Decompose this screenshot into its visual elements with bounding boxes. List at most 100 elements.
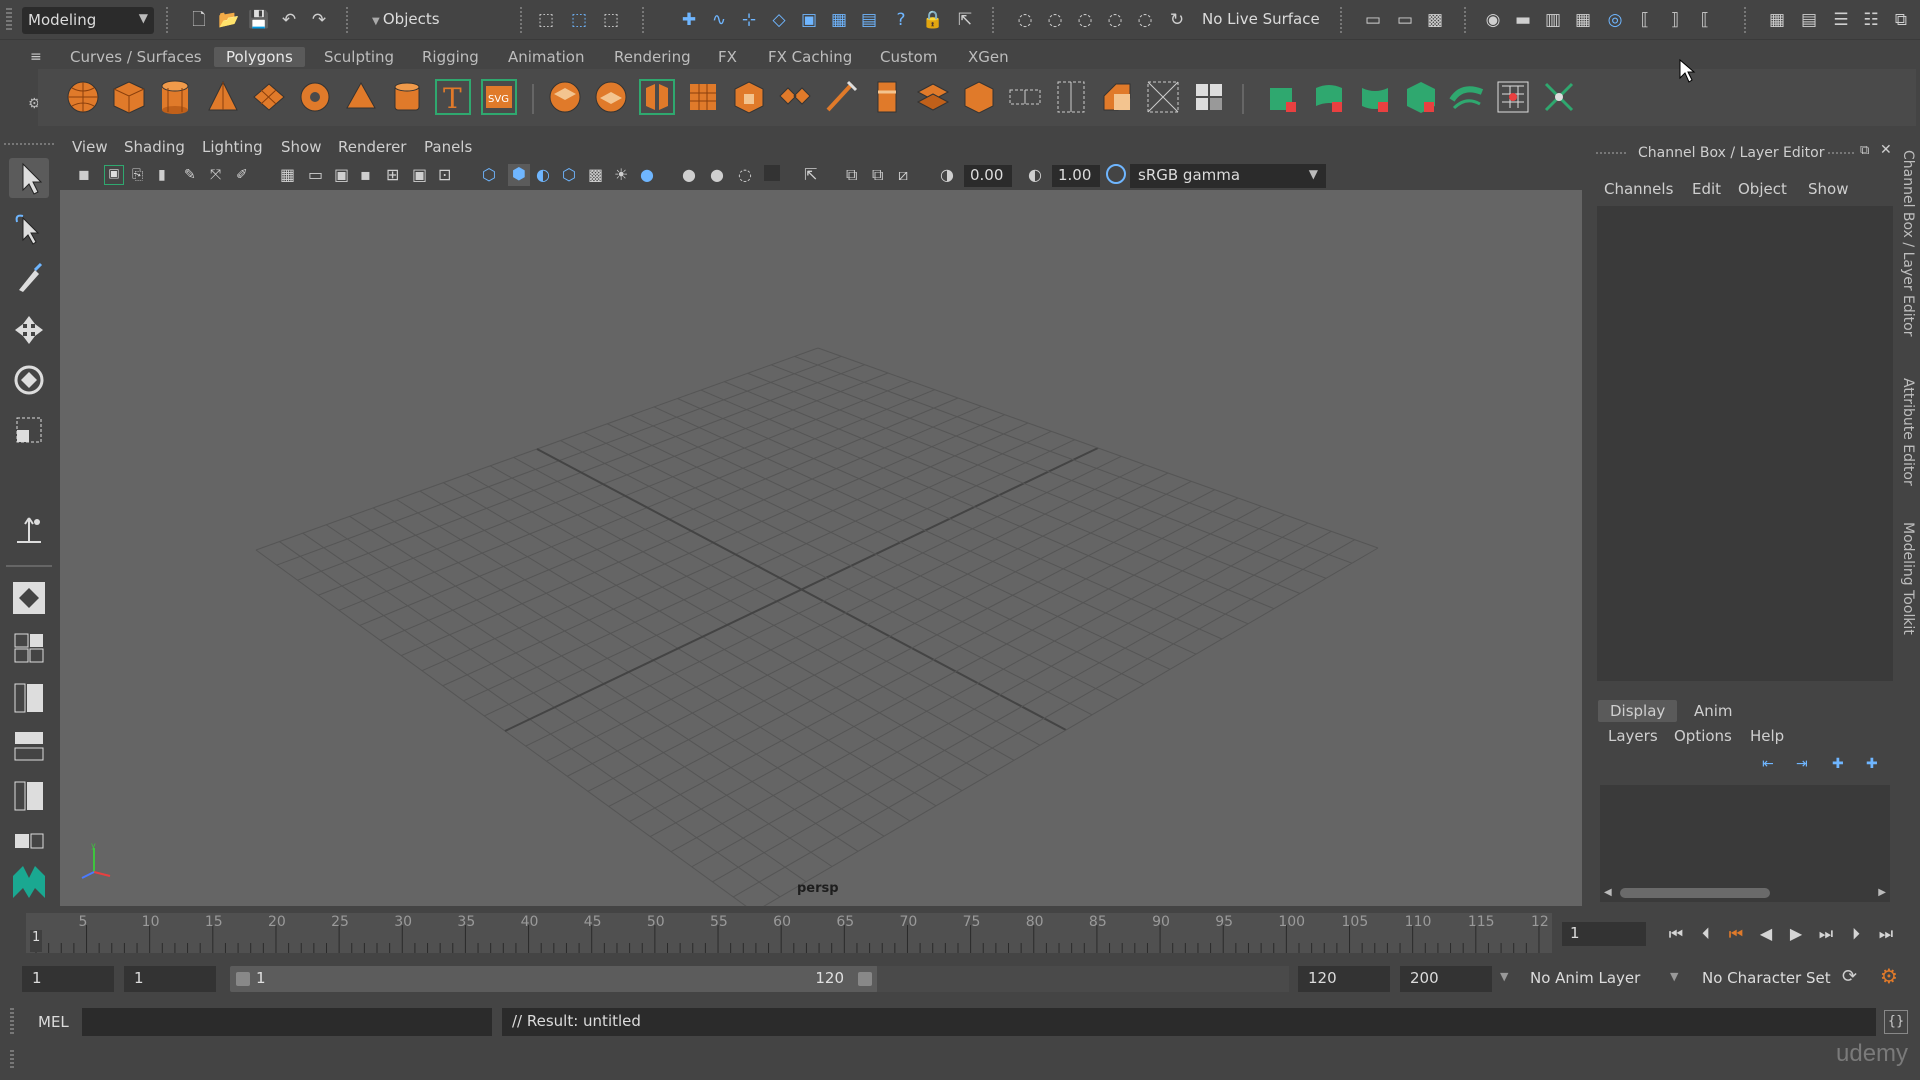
tab-rigging[interactable]: Rigging <box>410 47 491 67</box>
select-by-object-icon[interactable]: ⬚ <box>568 9 590 31</box>
tab-polygons[interactable]: Polygons <box>214 47 305 67</box>
undo-icon[interactable]: ↶ <box>278 9 300 31</box>
menu-set-dropdown[interactable]: Modeling ▼ <box>22 7 154 34</box>
save-scene-icon[interactable]: 💾 <box>248 9 270 31</box>
viewport-menu-panels[interactable]: Panels <box>424 138 472 156</box>
multisample-aa-icon[interactable]: ◌ <box>738 165 752 184</box>
four-view-layout-icon[interactable] <box>9 628 49 668</box>
current-time-marker[interactable]: 1 <box>30 930 42 952</box>
channel-box-attribute-list[interactable] <box>1597 206 1893 681</box>
wireframe-on-shaded-icon[interactable]: ⬡ <box>562 165 576 184</box>
uv-layout-icon[interactable] <box>9 826 49 866</box>
planar-uv-icon[interactable] <box>1264 78 1302 116</box>
camera-attributes-icon[interactable]: ▣ <box>104 165 124 185</box>
scale-tool-icon[interactable] <box>9 410 49 450</box>
attribute-editor-icon[interactable]: ▤ <box>1798 9 1820 31</box>
channel-box-menu-edit[interactable]: Edit <box>1692 180 1721 198</box>
snap-together-icon[interactable]: ▦ <box>828 9 850 31</box>
snap-to-view-plane-icon[interactable]: ◇ <box>768 9 790 31</box>
insert-edge-loop-icon[interactable] <box>914 78 952 116</box>
help-query-icon[interactable]: ? <box>890 9 912 31</box>
step-forward-key-icon[interactable]: ⏭ <box>1814 922 1838 946</box>
side-tab-channel-box[interactable]: Channel Box / Layer Editor <box>1900 150 1916 336</box>
viewport-menu-shading[interactable]: Shading <box>124 138 185 156</box>
snap-to-grid-icon[interactable]: ✚ <box>678 9 700 31</box>
chevron-down-icon[interactable]: ▼ <box>1500 970 1508 983</box>
extrude-icon[interactable] <box>730 78 768 116</box>
command-line-grip[interactable] <box>10 1008 14 1034</box>
select-by-component-icon[interactable]: ⬚ <box>600 9 622 31</box>
motion-blur-icon[interactable]: ● <box>710 165 724 184</box>
open-scene-icon[interactable]: 📂 <box>218 9 240 31</box>
lasso-output-icon[interactable]: ◌ <box>1044 9 1066 31</box>
layer-editor-icon[interactable]: ⧉ <box>1890 9 1912 31</box>
live-surface-label[interactable]: No Live Surface <box>1202 10 1320 28</box>
viewport-menu-renderer[interactable]: Renderer <box>338 138 406 156</box>
channel-box-menu-show[interactable]: Show <box>1808 180 1848 198</box>
render-view-icon[interactable]: ▭ <box>1362 9 1384 31</box>
cylindrical-uv-icon[interactable] <box>1310 78 1348 116</box>
separate-icon[interactable] <box>592 78 630 116</box>
gamma-icon[interactable]: ◐ <box>1028 165 1042 184</box>
viewport-3d[interactable] <box>60 190 1582 906</box>
smooth-shade-icon[interactable]: ⬢ <box>508 164 530 186</box>
scroll-right-icon[interactable]: ▶ <box>1878 887 1886 898</box>
move-tool-icon[interactable] <box>9 310 49 350</box>
lasso-tool-icon[interactable] <box>9 210 49 250</box>
tool-settings-icon[interactable]: ☰ <box>1830 9 1852 31</box>
mirror-icon[interactable] <box>638 78 676 116</box>
cut-uv-icon[interactable] <box>1540 78 1578 116</box>
poly-cone-icon[interactable] <box>204 78 242 116</box>
tab-custom[interactable]: Custom <box>868 47 949 67</box>
snap-to-curve-icon[interactable]: ∿ <box>708 9 730 31</box>
anim-layer-dropdown[interactable]: No Anim Layer <box>1524 966 1647 992</box>
hypershade-layout-icon[interactable] <box>9 776 49 816</box>
target-weld-icon[interactable] <box>1006 78 1044 116</box>
play-forwards-icon[interactable]: ▶ <box>1784 922 1808 946</box>
image-plane-icon[interactable]: ▮ <box>158 167 166 183</box>
arnold-render-icon[interactable]: ◎ <box>1604 9 1626 31</box>
tab-animation[interactable]: Animation <box>496 47 596 67</box>
render-frame-icon[interactable]: ▭ <box>1394 9 1416 31</box>
tab-sculpting[interactable]: Sculpting <box>312 47 406 67</box>
xray-components-icon[interactable]: ⧄ <box>898 165 908 185</box>
color-management-icon[interactable] <box>1106 164 1126 184</box>
layer-menu-layers[interactable]: Layers <box>1608 727 1658 745</box>
new-layer-selected-icon[interactable]: ✚ <box>1866 756 1878 772</box>
animation-preferences-icon[interactable]: ⚙ <box>1880 964 1898 988</box>
character-set-dropdown[interactable]: No Character Set <box>1696 966 1837 992</box>
tab-xgen[interactable]: XGen <box>956 47 1021 67</box>
mesh-cleanup-icon[interactable] <box>1190 78 1228 116</box>
go-to-end-icon[interactable]: ⏭ <box>1874 922 1898 946</box>
poly-torus-icon[interactable] <box>296 78 334 116</box>
channel-box-menu-object[interactable]: Object <box>1738 180 1787 198</box>
move-layer-down-icon[interactable]: ⇥ <box>1796 756 1808 772</box>
selection-mask-dropdown[interactable]: ▼ Objects <box>372 10 440 28</box>
play-backwards-icon[interactable]: ◀ <box>1754 922 1778 946</box>
spherical-uv-icon[interactable] <box>1356 78 1394 116</box>
poly-pyramid-icon[interactable] <box>342 78 380 116</box>
quad-draw-icon[interactable] <box>1098 78 1136 116</box>
animation-start-field[interactable]: 1 <box>22 966 114 992</box>
snap-to-point-icon[interactable]: ⊹ <box>738 9 760 31</box>
lock-icon[interactable]: 🔒 <box>922 9 944 31</box>
side-tab-attribute-editor[interactable]: Attribute Editor <box>1900 378 1916 486</box>
layer-menu-options[interactable]: Options <box>1674 727 1732 745</box>
script-language-toggle[interactable]: MEL <box>38 1013 69 1031</box>
script-editor-icon[interactable]: {} <box>1884 1010 1908 1034</box>
bridge-icon[interactable] <box>776 78 814 116</box>
combine-icon[interactable] <box>546 78 584 116</box>
select-tool-icon[interactable] <box>9 158 49 198</box>
connect-icon[interactable] <box>1052 78 1090 116</box>
append-polygon-icon[interactable] <box>960 78 998 116</box>
playback-start-field[interactable]: 1 <box>124 966 216 992</box>
new-layer-icon[interactable]: ✚ <box>1832 756 1844 772</box>
paint-select-tool-icon[interactable] <box>9 258 49 298</box>
bookmark-icon[interactable]: ⎘ <box>132 167 143 183</box>
step-back-key-icon[interactable]: ⏮ <box>1724 922 1748 946</box>
exposure-field[interactable]: 0.00 <box>964 165 1012 187</box>
2d-pan-zoom-icon[interactable]: ⤧ <box>210 167 221 183</box>
range-end-handle[interactable] <box>858 972 872 986</box>
wireframe-icon[interactable]: ⬡ <box>482 165 496 184</box>
tab-fx[interactable]: FX <box>706 47 749 67</box>
